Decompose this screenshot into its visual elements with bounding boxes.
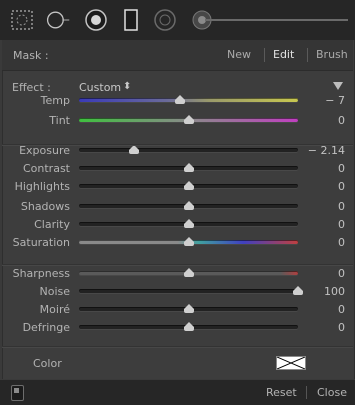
shadows-value[interactable]: 0 — [295, 200, 345, 213]
tint-value[interactable]: 0 — [295, 114, 345, 127]
section-divider — [2, 346, 353, 348]
clarity-value[interactable]: 0 — [295, 218, 345, 231]
reset-button[interactable]: Reset — [266, 386, 297, 399]
footer-bar: Reset Close — [0, 380, 355, 405]
noise-label: Noise — [39, 285, 70, 298]
effect-dropdown[interactable]: Custom — [79, 81, 121, 94]
effect-label: Effect : — [12, 81, 51, 94]
adjustment-brush-icon[interactable] — [152, 8, 178, 32]
defringe-value[interactable]: 0 — [295, 321, 345, 334]
mask-brush-button[interactable]: Brush — [316, 48, 348, 61]
temp-label: Temp — [40, 94, 70, 107]
temp-slider-thumb[interactable] — [174, 95, 185, 104]
sharpness-label: Sharpness — [12, 267, 70, 280]
mask-label: Mask : — [13, 49, 49, 62]
close-button[interactable]: Close — [317, 386, 347, 399]
moire-value[interactable]: 0 — [295, 303, 345, 316]
sharpness-slider-thumb[interactable] — [183, 268, 194, 277]
panel-toggle-switch[interactable] — [11, 385, 24, 401]
saturation-value[interactable]: 0 — [295, 236, 345, 249]
noise-slider[interactable] — [79, 289, 298, 293]
clarity-label: Clarity — [34, 218, 70, 231]
highlights-slider-thumb[interactable] — [183, 181, 194, 190]
contrast-value[interactable]: 0 — [295, 162, 345, 175]
sharpness-value[interactable]: 0 — [295, 267, 345, 280]
noise-value[interactable]: 100 — [295, 285, 345, 298]
defringe-slider-thumb[interactable] — [183, 322, 194, 331]
contrast-slider-thumb[interactable] — [183, 163, 194, 172]
exposure-slider[interactable] — [79, 148, 298, 152]
saturation-label: Saturation — [12, 236, 70, 249]
shadows-slider-thumb[interactable] — [183, 201, 194, 210]
effect-dropdown-arrows-icon[interactable]: ⬍ — [123, 81, 131, 92]
radial-filter-icon[interactable] — [45, 8, 71, 32]
clarity-slider-thumb[interactable] — [183, 219, 194, 228]
saturation-slider-thumb[interactable] — [183, 237, 194, 246]
tool-strip — [0, 0, 355, 40]
color-swatch-cross-icon — [276, 356, 306, 370]
footer-separator — [306, 386, 307, 399]
color-label: Color — [33, 357, 62, 370]
temp-slider[interactable] — [79, 98, 298, 102]
mask-separator — [307, 48, 308, 62]
moire-slider-thumb[interactable] — [183, 304, 194, 313]
tint-label: Tint — [49, 114, 70, 127]
brush-tool-icon[interactable] — [83, 8, 109, 32]
collapse-triangle-icon[interactable] — [333, 82, 343, 90]
section-divider — [2, 264, 353, 266]
mask-separator — [264, 48, 265, 62]
contrast-label: Contrast — [22, 162, 70, 175]
highlights-value[interactable]: 0 — [295, 180, 345, 193]
moire-label: Moiré — [39, 303, 70, 316]
top-slider-track[interactable] — [205, 19, 348, 21]
graduated-filter-icon[interactable] — [119, 8, 145, 32]
mask-bar: Mask : New Edit Brush — [2, 40, 353, 71]
section-divider — [2, 144, 353, 146]
color-swatch[interactable] — [276, 356, 306, 370]
highlights-label: Highlights — [14, 180, 70, 193]
mask-edit-button[interactable]: Edit — [273, 48, 294, 61]
defringe-label: Defringe — [22, 321, 70, 334]
tint-slider-thumb[interactable] — [183, 115, 194, 124]
mask-new-button[interactable]: New — [227, 48, 251, 61]
spot-removal-icon[interactable] — [10, 8, 36, 32]
shadows-label: Shadows — [20, 200, 70, 213]
temp-value[interactable]: − 7 — [295, 94, 345, 107]
